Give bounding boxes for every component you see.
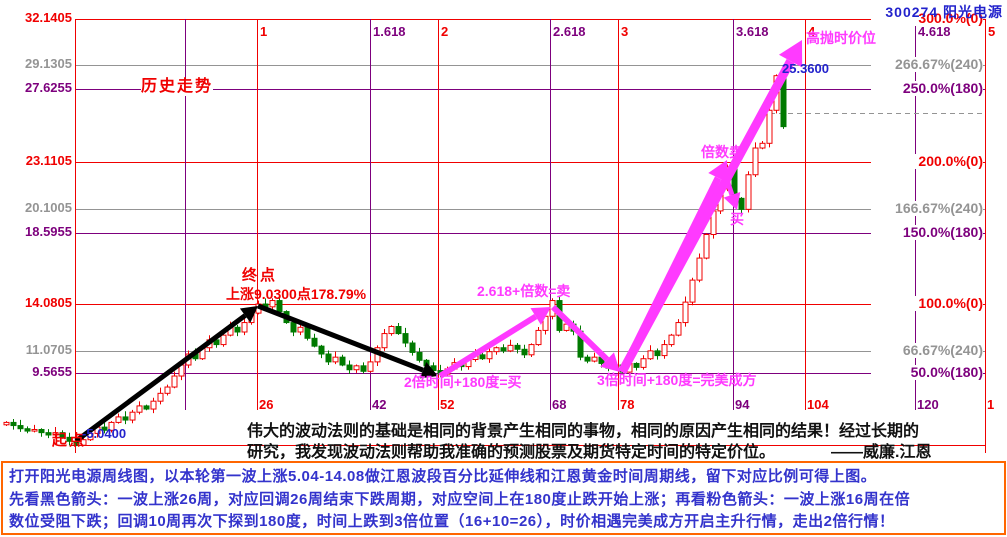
chart-labels-layer: 32.1405300.0%(0)29.1305266.67%(240)27.62… [0, 0, 1007, 460]
sell-high-time-label: 高抛时价位 [806, 31, 876, 46]
perfect-square-label: 3倍时间+180度=完美成方 [597, 373, 757, 388]
percent-axis-label: 66.67%(240) [871, 343, 983, 358]
start-price-label: -5.0400 [82, 427, 126, 441]
percent-axis-label: 266.67%(240) [871, 57, 983, 72]
price-axis-label: 14.0805 [0, 296, 72, 310]
last-price-label: 25.3600 [782, 62, 829, 76]
week-number-label: 104 [807, 398, 829, 412]
gann-ratio-label: 5 [988, 25, 995, 39]
stock-title: 300274 阳光电源 [885, 2, 1003, 22]
percent-axis-label: 200.0%(0) [871, 154, 983, 169]
note-line-2: 先看黑色箭头：一波上涨26周，对应回调26周结束下跌周期，对应空间上在180度止… [9, 488, 910, 509]
percent-axis-label: 100.0%(0) [871, 296, 983, 311]
analysis-note-box: 打开阳光电源周线图，以本轮第一波上涨5.04-14.08做江恩波段百分比延伸线和… [1, 461, 1006, 535]
price-axis-label: 9.5655 [0, 365, 72, 379]
rise-stats-label: 上涨9.0300点178.79% [226, 287, 366, 302]
gann-ratio-label: 2 [441, 25, 448, 39]
price-axis-label: 20.1005 [0, 201, 72, 215]
gann-ratio-label: 3.618 [736, 25, 769, 39]
percent-axis-label: 250.0%(180) [871, 81, 983, 96]
buy-label: 买 [730, 212, 744, 227]
week-number-label: 26 [259, 398, 273, 412]
week-number-label: 120 [917, 398, 939, 412]
price-axis-label: 11.0705 [0, 343, 72, 357]
price-axis-label: 27.6255 [0, 81, 72, 95]
multiple-sell-label: 倍数卖 [701, 145, 743, 160]
week-number-label: 42 [372, 398, 386, 412]
start-point-label: 起点 [52, 433, 86, 449]
sell-2618-label: 2.618+倍数=卖 [477, 284, 570, 299]
price-axis-label: 32.1405 [0, 11, 72, 25]
gann-ratio-label: 2.618 [553, 25, 586, 39]
percent-axis-label: 150.0%(180) [871, 225, 983, 240]
gann-ratio-label: 1 [260, 25, 267, 39]
percent-axis-label: 50.0%(180) [871, 365, 983, 380]
week-number-label: 78 [620, 398, 634, 412]
gann-analysis-screen: 32.1405300.0%(0)29.1305266.67%(240)27.62… [0, 0, 1007, 537]
week-number-label: 68 [552, 398, 566, 412]
week-number-label: 1 [987, 398, 994, 412]
price-axis-label: 23.1105 [0, 154, 72, 168]
week-number-label: 52 [440, 398, 454, 412]
price-axis-label: 18.5955 [0, 225, 72, 239]
history-trend-label: 历史走势 [141, 79, 213, 96]
week-number-label: 94 [735, 398, 749, 412]
note-line-3: 数位受阻下跌；回调10周再次下探到180度，时间上跌到3倍位置（16+10=26… [9, 510, 894, 531]
percent-axis-label: 166.67%(240) [871, 201, 983, 216]
price-axis-label: 29.1305 [0, 57, 72, 71]
end-point-label: 终点 [242, 268, 278, 284]
gann-quote-line-2: 研究，我发现波动法则帮助我准确的预测股票及期货特定时间的特定价位。 ——威廉.江… [247, 438, 931, 462]
gann-ratio-label: 4.618 [918, 25, 951, 39]
buy-2x-time-label: 2倍时间+180度=买 [404, 375, 522, 390]
gann-ratio-label: 1.618 [373, 25, 406, 39]
gann-ratio-label: 3 [621, 25, 628, 39]
note-line-1: 打开阳光电源周线图，以本轮第一波上涨5.04-14.08做江恩波段百分比延伸线和… [9, 465, 876, 486]
